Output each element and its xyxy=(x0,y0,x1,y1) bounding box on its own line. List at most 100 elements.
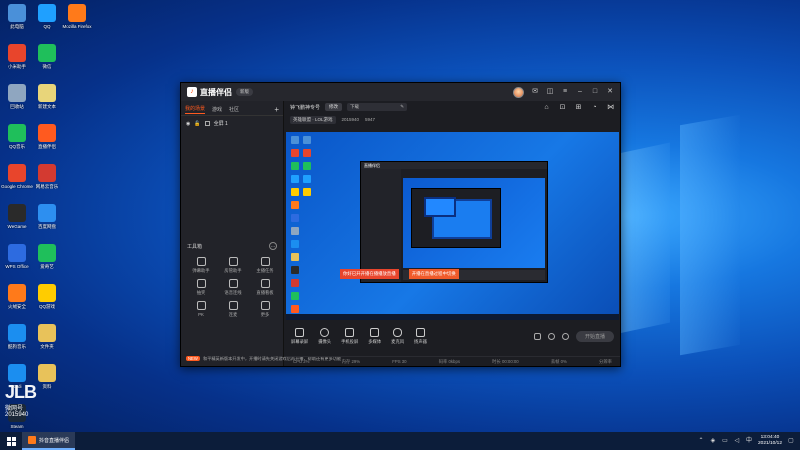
start-live-button[interactable]: 开始直播 xyxy=(575,331,614,342)
clock-icon[interactable] xyxy=(547,333,555,340)
menu-icon[interactable]: ≡ xyxy=(561,88,569,96)
tool-item[interactable]: 抽奖 xyxy=(185,279,217,296)
desktop-icon[interactable]: 直播伴侣 xyxy=(30,124,64,149)
tab-community[interactable]: 社区 xyxy=(229,106,239,113)
desktop-icon-label: Google Chrome xyxy=(1,184,33,189)
clock[interactable]: 13:04:40 2021/10/12 xyxy=(758,435,782,447)
speaker-button[interactable]: 扬声器 xyxy=(414,328,427,345)
wallpaper-beam xyxy=(680,114,740,356)
more-icon[interactable]: … xyxy=(269,242,277,250)
desktop-icon[interactable]: 微信 xyxy=(30,44,64,69)
desktop-icon[interactable]: 此电脑 xyxy=(0,4,34,29)
desktop-icon[interactable]: 酷狗音乐 xyxy=(0,324,34,349)
room-input[interactable]: 下载 ✎ xyxy=(347,103,408,111)
preview-icon xyxy=(291,266,299,274)
speaker-icon xyxy=(415,328,425,337)
nested-window xyxy=(411,188,501,248)
desktop-icon-label: Steam xyxy=(10,424,24,429)
tab-my-scenes[interactable]: 我的场景 xyxy=(185,105,206,114)
preview-icon xyxy=(291,253,299,261)
preview-icon xyxy=(291,201,299,209)
record-icon[interactable] xyxy=(533,333,541,340)
desktop-icon-label: 微信 xyxy=(42,64,52,69)
tool-item[interactable]: 弹幕助手 xyxy=(185,257,217,274)
ime-icon[interactable]: 中 xyxy=(746,438,752,444)
desktop-icon[interactable]: QQ游戏 xyxy=(30,284,64,309)
desktop-icon[interactable]: WPS Office xyxy=(0,244,34,269)
camera-button[interactable]: 摄像头 xyxy=(318,328,331,345)
version-badge[interactable]: 新版 xyxy=(236,88,253,96)
app-icon xyxy=(38,124,56,142)
tool-item[interactable]: 房管助手 xyxy=(217,257,249,274)
capture-icon[interactable]: ⊞ xyxy=(575,104,582,111)
status-item: FPS 30 xyxy=(392,359,407,364)
preview-icon xyxy=(291,175,299,183)
gear-icon[interactable] xyxy=(561,333,569,340)
close-icon[interactable]: ✕ xyxy=(606,88,614,96)
volume-icon[interactable]: ◁ xyxy=(734,438,740,444)
watermark: JLB 微网号 2015940 xyxy=(5,382,65,418)
overlay-banner: 你好已开开播在播播放直播 开播在直播过程中切换 xyxy=(340,269,459,279)
network-icon[interactable]: ▭ xyxy=(722,438,728,444)
preview-icon xyxy=(291,214,299,222)
scene-item[interactable]: ◉ 🔓 全屏 1 xyxy=(181,116,283,131)
shield-icon[interactable]: ◈ xyxy=(710,438,716,444)
phone-cast-button[interactable]: 手机投屏 xyxy=(341,328,358,345)
chevron-up-icon[interactable]: ⌃ xyxy=(698,438,704,444)
taskbar-app[interactable]: 抖音直播伴侣 xyxy=(22,432,76,450)
desktop-icon[interactable]: QQ音乐 xyxy=(0,124,34,149)
status-item: 时长 00:00:00 xyxy=(492,358,519,364)
eye-icon[interactable]: ◉ xyxy=(186,121,190,127)
desktop-icon-label: WPS Office xyxy=(5,264,29,269)
microphone-button[interactable]: 麦克风 xyxy=(391,328,404,345)
app-icon xyxy=(38,44,56,62)
bell-icon[interactable]: ◔ xyxy=(591,104,598,111)
live-companion-window: ♪ 直播伴侣 新版 ✉ ◫ ≡ – □ ✕ 我的场景 游戏 社区 + ◉ 🔓 全… xyxy=(180,82,621,367)
banner-left: 你好已开开播在播播放直播 xyxy=(340,269,399,279)
desktop-icon[interactable]: 回收站 xyxy=(0,84,34,109)
category-tag[interactable]: 英雄联盟 · LOL游戏 xyxy=(290,115,336,124)
app-icon xyxy=(8,4,26,22)
minimize-icon[interactable]: – xyxy=(576,88,584,96)
start-button[interactable] xyxy=(0,432,22,450)
edit-title-button[interactable]: 修改 xyxy=(325,103,343,111)
tool-item[interactable]: 语音连线 xyxy=(217,279,249,296)
screen-record-button[interactable]: 屏幕录屏 xyxy=(291,328,308,345)
desktop-icon[interactable]: 新建文本 xyxy=(30,84,64,109)
desktop-icon[interactable]: 爱奇艺 xyxy=(30,244,64,269)
tool-item[interactable]: 更多 xyxy=(249,301,281,318)
skin-icon[interactable]: ◫ xyxy=(546,88,554,96)
preview-icon xyxy=(291,227,299,235)
media-button[interactable]: 多媒体 xyxy=(368,328,381,345)
tool-icon xyxy=(260,257,270,266)
system-tray: ⌃ ◈ ▭ ◁ 中 13:04:40 2021/10/12 ▢ xyxy=(698,435,800,447)
desktop-icon[interactable]: 网易云音乐 xyxy=(30,164,64,189)
notification-icon[interactable]: ▢ xyxy=(788,438,794,444)
share-icon[interactable]: ⋈ xyxy=(607,104,614,111)
app-icon xyxy=(38,164,56,182)
tool-item[interactable]: 连麦 xyxy=(217,301,249,318)
add-scene-icon[interactable]: + xyxy=(274,105,279,114)
desktop-icon[interactable]: Google Chrome xyxy=(0,164,34,189)
desktop-icon[interactable]: 百度网盘 xyxy=(30,204,64,229)
gift-icon[interactable]: ⌂ xyxy=(543,104,550,111)
phone-icon xyxy=(345,328,355,337)
desktop-icon[interactable]: Mozilla Firefox xyxy=(60,4,94,29)
lock-icon[interactable]: 🔓 xyxy=(194,121,200,127)
tool-item[interactable]: 主播任务 xyxy=(249,257,281,274)
desktop-icon[interactable]: 小米助手 xyxy=(0,44,34,69)
app-icon xyxy=(38,324,56,342)
live-preview[interactable]: 直播伴侣 你好已开开播在播播放直播 开播在直播过程中切换 xyxy=(286,132,619,320)
preview-icon xyxy=(303,136,311,144)
desktop-icon[interactable]: 火绒安全 xyxy=(0,284,34,309)
tab-game[interactable]: 游戏 xyxy=(212,106,222,113)
desktop-icon[interactable]: QQ xyxy=(30,4,64,29)
avatar[interactable] xyxy=(513,86,524,98)
desktop-icon[interactable]: WeGame xyxy=(0,204,34,229)
maximize-icon[interactable]: □ xyxy=(591,88,599,96)
desktop-icon[interactable]: 文件夹 xyxy=(30,324,64,349)
mail-icon[interactable]: ✉ xyxy=(531,88,539,96)
lock-icon[interactable]: ⊡ xyxy=(559,104,566,111)
tool-item[interactable]: 直播看板 xyxy=(249,279,281,296)
tool-item[interactable]: PK xyxy=(185,301,217,318)
